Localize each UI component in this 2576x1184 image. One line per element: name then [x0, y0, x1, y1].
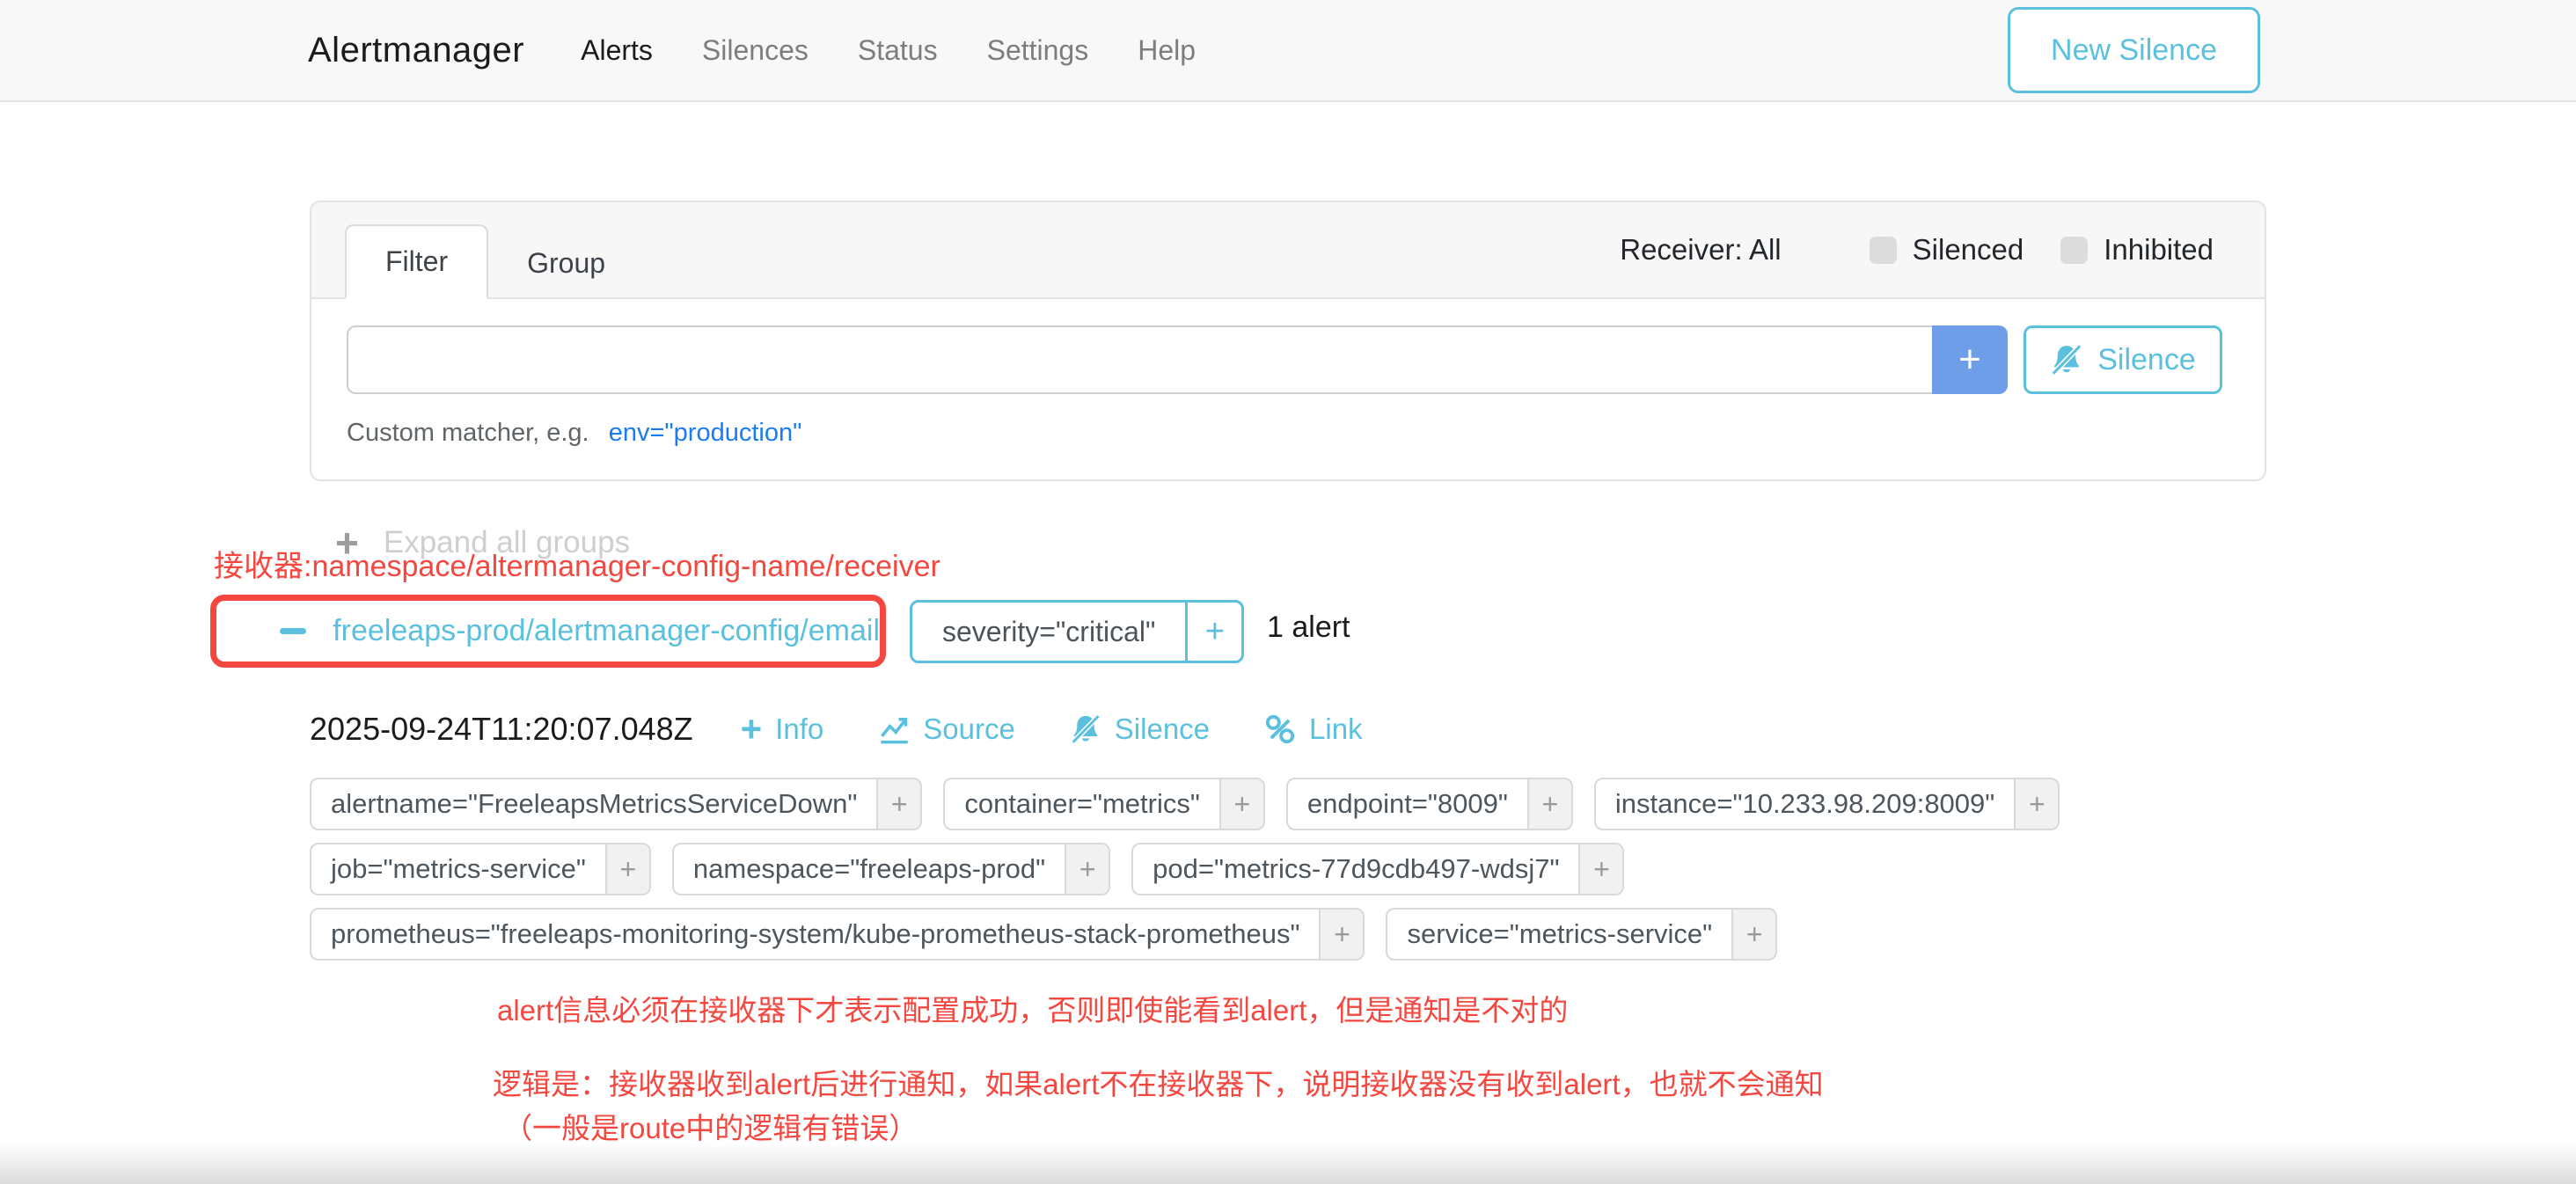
- label-chip-text: instance="10.233.98.209:8009": [1596, 779, 2014, 829]
- silence-filter-label: Silence: [2097, 343, 2196, 377]
- label-chip-text: container="metrics": [945, 779, 1219, 829]
- filter-card-header: Filter Group Receiver: All Silenced Inhi…: [311, 202, 2265, 299]
- receiver-dropdown[interactable]: Receiver: All: [1620, 233, 1781, 267]
- matcher-example-link[interactable]: env="production": [609, 419, 802, 447]
- nav-item-settings[interactable]: Settings: [987, 34, 1089, 67]
- plus-icon: +: [741, 711, 763, 748]
- bell-slash-icon: [1070, 713, 1101, 745]
- matcher-hint-text: Custom matcher, e.g.: [347, 419, 589, 447]
- label-chip-add-button[interactable]: +: [1319, 910, 1363, 959]
- annotation-info-note: alert信息必须在接收器下才表示配置成功，否则即使能看到alert，但是通知是…: [497, 987, 1568, 1029]
- navbar: Alertmanager Alerts Silences Status Sett…: [0, 0, 2576, 102]
- alert-silence-label: Silence: [1115, 713, 1210, 746]
- nav-item-status[interactable]: Status: [858, 34, 938, 67]
- annotation-receiver-note: 接收器:namespace/altermanager-config-name/r…: [214, 542, 940, 585]
- silenced-check-group: Silenced: [1870, 233, 2024, 267]
- annotation-route-note: （一般是route中的逻辑有错误）: [503, 1105, 918, 1147]
- label-chip-text: endpoint="8009": [1288, 779, 1527, 829]
- app-brand[interactable]: Alertmanager: [308, 31, 524, 70]
- label-chip: service="metrics-service" +: [1386, 908, 1777, 961]
- label-chip-add-button[interactable]: +: [1527, 779, 1571, 829]
- matcher-row: + Silence: [347, 325, 2222, 394]
- silenced-checkbox[interactable]: [1870, 237, 1897, 264]
- tab-filter[interactable]: Filter: [345, 224, 488, 299]
- chart-line-icon: [878, 713, 910, 745]
- label-chip: container="metrics" +: [943, 778, 1265, 830]
- inhibited-label: Inhibited: [2104, 233, 2214, 267]
- label-chip-add-button[interactable]: +: [1219, 779, 1263, 829]
- nav-item-alerts[interactable]: Alerts: [581, 34, 653, 67]
- label-chip-text: service="metrics-service": [1387, 910, 1731, 959]
- alert-info-button[interactable]: + Info: [741, 711, 824, 748]
- label-chip-add-button[interactable]: +: [605, 844, 649, 894]
- label-chip: pod="metrics-77d9cdb497-wdsj7" +: [1131, 843, 1624, 895]
- receiver-group-name[interactable]: freeleaps-prod/alertmanager-config/email: [333, 614, 880, 648]
- bottom-fade: [0, 1144, 2576, 1184]
- add-matcher-button[interactable]: +: [1932, 325, 2008, 394]
- label-chip: alertname="FreeleapsMetricsServiceDown" …: [310, 778, 922, 830]
- alert-link-label: Link: [1309, 713, 1363, 746]
- receiver-group-highlight-box: freeleaps-prod/alertmanager-config/email: [210, 595, 886, 668]
- filter-card: Filter Group Receiver: All Silenced Inhi…: [310, 201, 2266, 481]
- alert-source-label: Source: [923, 713, 1015, 746]
- matcher-hint: Custom matcher, e.g. env="production": [347, 419, 2222, 448]
- group-matcher-chip: severity="critical" +: [910, 600, 1244, 663]
- silenced-label: Silenced: [1913, 233, 2024, 267]
- label-chip-add-button[interactable]: +: [1578, 844, 1622, 894]
- bell-slash-icon: [2050, 343, 2083, 376]
- alert-source-link[interactable]: Source: [878, 713, 1015, 746]
- alert-generator-link[interactable]: Link: [1264, 713, 1363, 746]
- matcher-input-group: +: [347, 325, 2008, 394]
- label-chip-text: prometheus="freeleaps-monitoring-system/…: [311, 910, 1319, 959]
- filter-tabs: Filter Group: [345, 224, 644, 299]
- label-chip-text: job="metrics-service": [311, 844, 605, 894]
- alert-row: 2025-09-24T11:20:07.048Z + Info Source S…: [310, 711, 1417, 748]
- matcher-input[interactable]: [347, 325, 1932, 394]
- silence-filter-button[interactable]: Silence: [2023, 325, 2222, 394]
- inhibited-checkbox[interactable]: [2060, 237, 2088, 264]
- new-silence-button[interactable]: New Silence: [2008, 7, 2260, 93]
- tab-group[interactable]: Group: [488, 228, 644, 299]
- group-matcher-text[interactable]: severity="critical": [912, 603, 1185, 661]
- label-chip: job="metrics-service" +: [310, 843, 651, 895]
- label-chip: instance="10.233.98.209:8009" +: [1594, 778, 2060, 830]
- filter-header-controls: Receiver: All Silenced Inhibited: [1620, 233, 2214, 267]
- plus-icon: +: [1958, 338, 1981, 382]
- inhibited-check-group: Inhibited: [2060, 233, 2214, 267]
- minus-icon[interactable]: [280, 628, 306, 634]
- annotation-logic-note: 逻辑是：接收器收到alert后进行通知，如果alert不在接收器下，说明接收器没…: [493, 1061, 1824, 1103]
- group-matcher-add-button[interactable]: +: [1185, 603, 1241, 661]
- nav-item-silences[interactable]: Silences: [702, 34, 809, 67]
- label-chip-text: alertname="FreeleapsMetricsServiceDown": [311, 779, 876, 829]
- label-chip-text: namespace="freeleaps-prod": [674, 844, 1065, 894]
- label-chip-add-button[interactable]: +: [1065, 844, 1109, 894]
- label-chip-text: pod="metrics-77d9cdb497-wdsj7": [1133, 844, 1578, 894]
- nav-item-help[interactable]: Help: [1138, 34, 1196, 67]
- label-chip: prometheus="freeleaps-monitoring-system/…: [310, 908, 1365, 961]
- link-icon: [1264, 713, 1296, 745]
- alert-labels: alertname="FreeleapsMetricsServiceDown" …: [310, 778, 2273, 961]
- label-chip-add-button[interactable]: +: [2014, 779, 2058, 829]
- alert-count: 1 alert: [1267, 610, 1350, 645]
- alert-timestamp: 2025-09-24T11:20:07.048Z: [310, 711, 693, 748]
- label-chip: namespace="freeleaps-prod" +: [672, 843, 1110, 895]
- label-chip: endpoint="8009" +: [1286, 778, 1573, 830]
- label-chip-add-button[interactable]: +: [876, 779, 920, 829]
- label-chip-add-button[interactable]: +: [1731, 910, 1775, 959]
- alert-info-label: Info: [775, 713, 823, 746]
- filter-card-body: + Silence Custom matcher, e.g. env="prod…: [311, 299, 2265, 479]
- alert-silence-button[interactable]: Silence: [1070, 713, 1210, 746]
